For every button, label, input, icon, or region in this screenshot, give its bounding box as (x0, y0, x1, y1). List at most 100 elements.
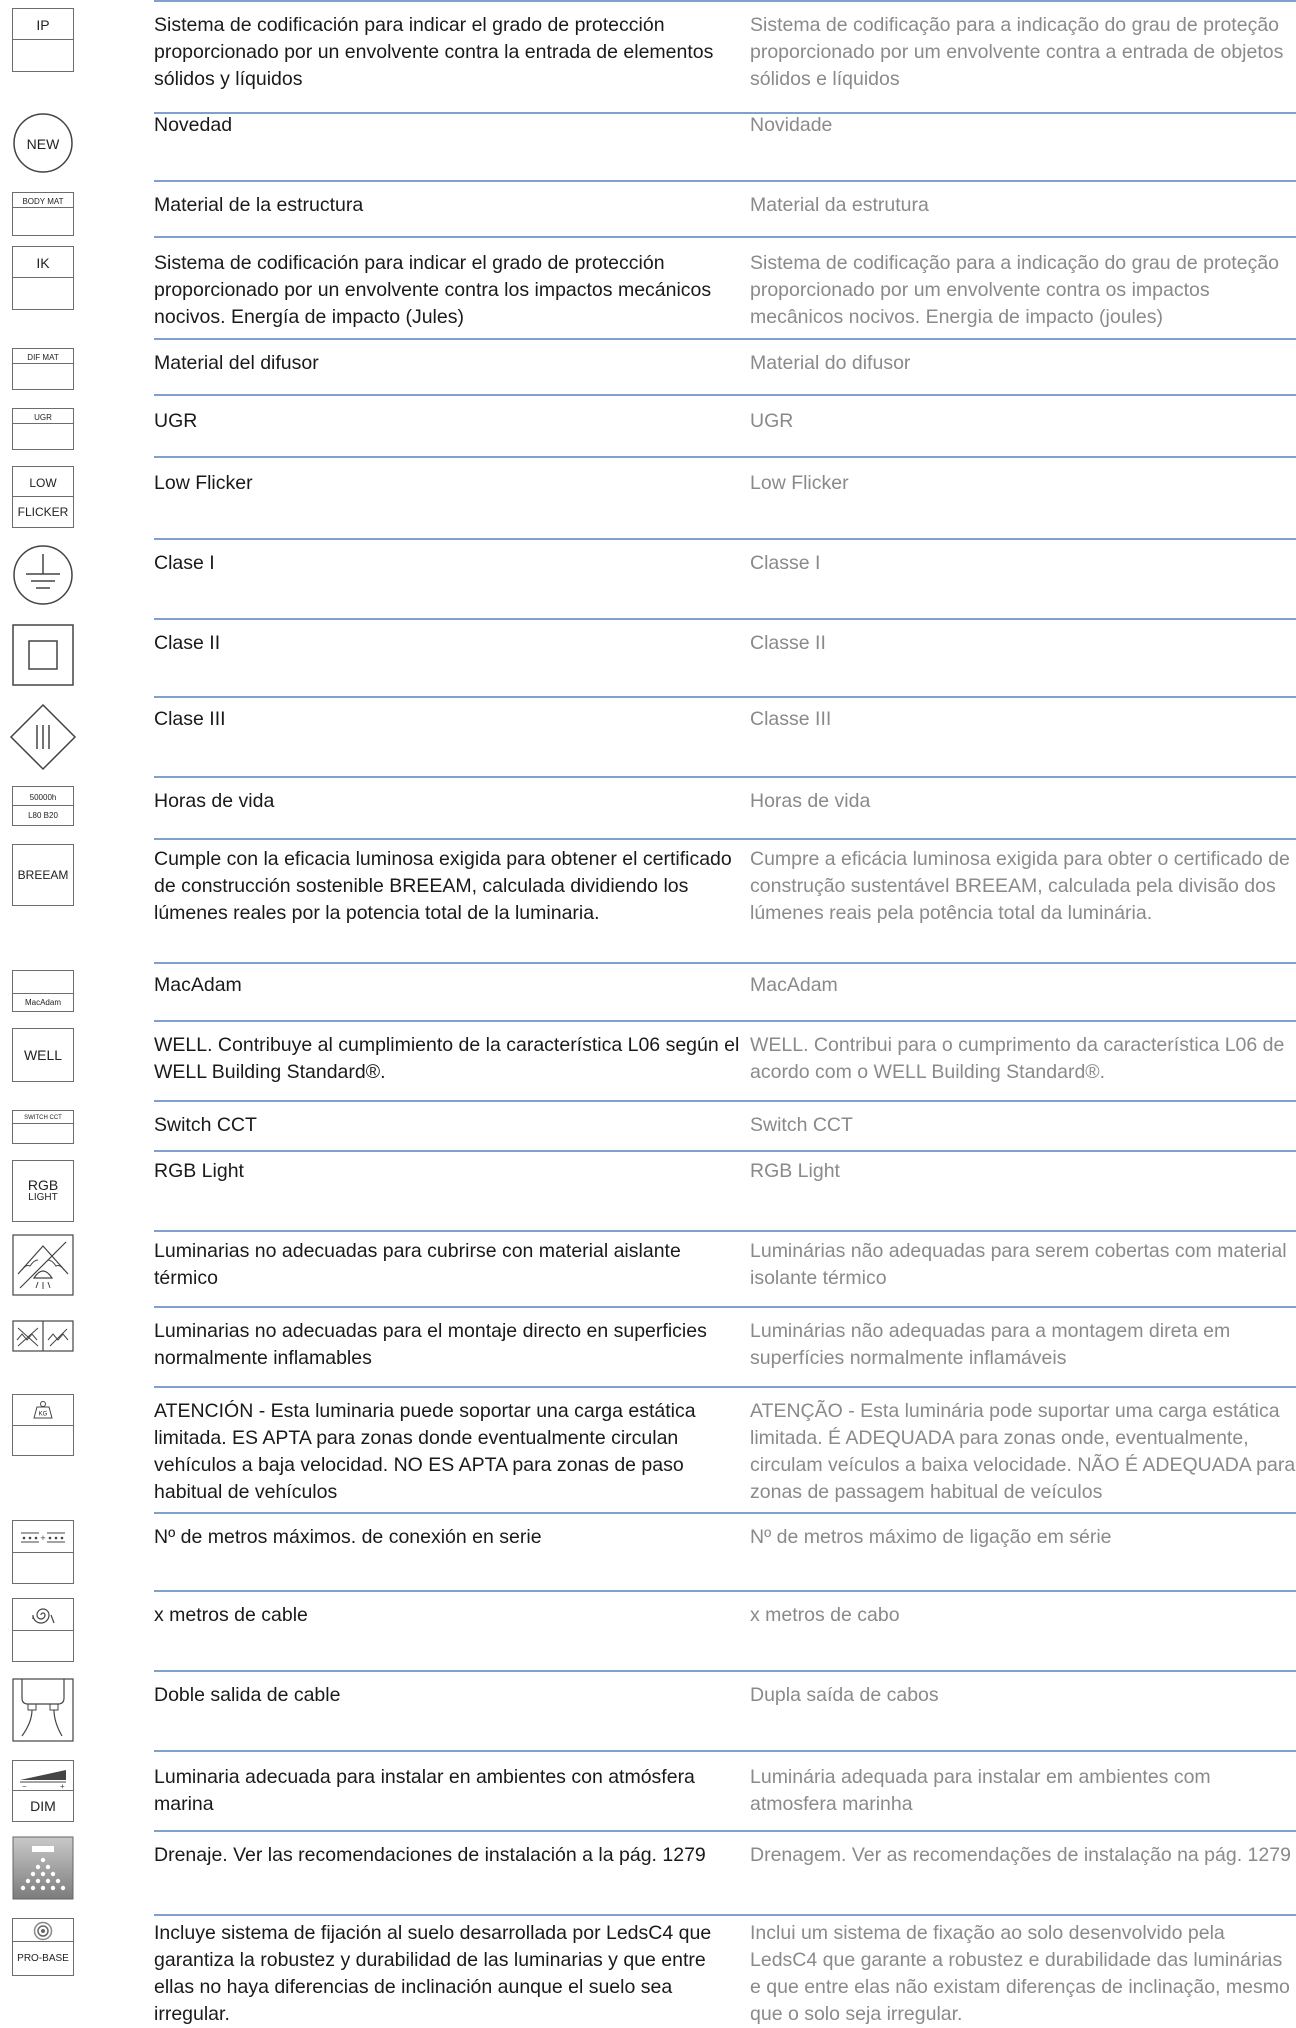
portuguese-text: MacAdam (750, 974, 838, 996)
row-divider (154, 776, 1296, 778)
spanish-text: Novedad (154, 114, 233, 136)
icon-label: IK (36, 255, 50, 271)
drainage-icon (12, 1836, 74, 1900)
low-flicker-icon: LOW FLICKER (12, 466, 74, 528)
weight-icon: KG (33, 1401, 53, 1419)
spanish-text: Material de la estructura (154, 194, 364, 216)
row-divider (154, 1020, 1296, 1022)
class-ii-double-square-icon (12, 624, 74, 686)
icon-label-bottom: FLICKER (13, 496, 73, 527)
row-divider (154, 1386, 1296, 1388)
icon-label: KG (39, 1412, 48, 1418)
portuguese-text: Sistema de codificação para a indicação … (750, 252, 1280, 328)
portuguese-text: Dupla saída de cabos (750, 1684, 939, 1706)
well-icon: WELL (12, 1028, 74, 1082)
ugr-icon: UGR (12, 408, 74, 450)
spanish-text: UGR (154, 410, 198, 432)
portuguese-text: Nº de metros máximo de ligação em série (750, 1526, 1112, 1548)
row-divider (154, 1750, 1296, 1752)
portuguese-text: Inclui um sistema de fixação ao solo des… (750, 1922, 1290, 2025)
icon-label-bottom: LIGHT (28, 1192, 58, 1203)
icon-top-cell: KG (13, 1395, 73, 1426)
spanish-text: Sistema de codificación para indicar el … (154, 14, 714, 90)
row-divider (154, 962, 1296, 964)
row-divider (154, 236, 1296, 238)
portuguese-text: Classe III (750, 708, 832, 730)
portuguese-text: RGB Light (750, 1160, 840, 1182)
icon-label: IP (36, 17, 50, 33)
spanish-text: Low Flicker (154, 472, 253, 494)
row-divider (154, 1150, 1296, 1152)
portuguese-text: x metros de cabo (750, 1604, 900, 1626)
class-iii-diamond-icon (9, 703, 77, 771)
row-divider (154, 338, 1296, 340)
portuguese-text: Luminária adequada para instalar em ambi… (750, 1766, 1211, 1815)
spanish-text: Clase III (154, 708, 226, 730)
row-divider (154, 394, 1296, 396)
portuguese-text: Luminárias não adequadas para a montagem… (750, 1320, 1231, 1369)
double-cable-outlet-icon (12, 1678, 74, 1742)
spanish-text: Doble salida de cable (154, 1684, 341, 1706)
row-divider (154, 1100, 1296, 1102)
spanish-text: Luminarias no adecuadas para cubrirse co… (154, 1240, 681, 1289)
portuguese-text: Classe I (750, 552, 821, 574)
icon-top-cell: − + (13, 1761, 73, 1792)
row-divider (154, 180, 1296, 182)
row-divider (154, 1512, 1296, 1514)
row-divider (154, 1306, 1296, 1308)
spanish-text: WELL. Contribuye al cumplimiento de la c… (154, 1034, 740, 1083)
row-divider (154, 1670, 1296, 1672)
icon-empty-cell (13, 971, 73, 995)
icon-top-cell (13, 1919, 73, 1943)
cable-coil-icon (12, 1598, 74, 1662)
row-divider (154, 456, 1296, 458)
row-divider (154, 538, 1296, 540)
icon-empty-cell (13, 423, 73, 449)
spanish-text: Clase I (154, 552, 215, 574)
new-icon: NEW (12, 112, 74, 174)
spanish-text: ATENCIÓN - Esta luminaria puede soportar… (154, 1400, 696, 1503)
portuguese-text: WELL. Contribui para o cumprimento da ca… (750, 1034, 1285, 1083)
spanish-text: Drenaje. Ver las recomendaciones de inst… (154, 1844, 706, 1866)
breeam-icon: BREEAM (12, 844, 74, 906)
dim-icon: − + DIM (12, 1760, 74, 1822)
spanish-text: x metros de cable (154, 1604, 308, 1626)
dif-mat-icon: DIF MAT (12, 348, 74, 390)
portuguese-text: Cumpre a eficácia luminosa exigida para … (750, 848, 1290, 924)
portuguese-text: Low Flicker (750, 472, 849, 494)
weight-load-icon: KG (12, 1394, 74, 1456)
ip-icon: IP (12, 8, 74, 72)
base-disc-icon (33, 1921, 53, 1941)
portuguese-text: Horas de vida (750, 790, 871, 812)
spanish-text: Clase II (154, 632, 221, 654)
icon-label-top: RGB (27, 1177, 59, 1193)
row-divider (154, 1590, 1296, 1592)
row-divider (154, 1914, 1296, 1916)
portuguese-text: Classe II (750, 632, 826, 654)
spanish-text: Material del difusor (154, 352, 319, 374)
portuguese-text: Material da estrutura (750, 194, 929, 216)
icon-empty-cell (13, 1123, 73, 1143)
icon-label: DIM (13, 1790, 73, 1821)
portuguese-text: UGR (750, 410, 794, 432)
icon-empty-cell (13, 363, 73, 389)
spanish-text: Cumple con la eficacia luminosa exigida … (154, 848, 732, 924)
spanish-text: Switch CCT (154, 1114, 257, 1136)
icon-empty-cell (13, 207, 73, 235)
no-insulation-cover-icon (12, 1234, 74, 1296)
row-divider (154, 1830, 1296, 1832)
pro-base-icon: PRO-BASE (12, 1918, 74, 1976)
body-mat-icon: BODY MAT (12, 192, 74, 236)
spanish-text: RGB Light (154, 1160, 244, 1182)
row-divider (154, 838, 1296, 840)
spanish-text: Luminarias no adecuadas para el montaje … (154, 1320, 707, 1369)
icon-label: PRO-BASE (13, 1941, 73, 1975)
spanish-text: Nº de metros máximos. de conexión en ser… (154, 1526, 542, 1548)
new-icon-graphic: NEW (13, 113, 73, 173)
switch-cct-icon: SWITCH CCT (12, 1110, 74, 1144)
icon-empty-cell (13, 277, 73, 309)
spanish-text: MacAdam (154, 974, 242, 996)
row-divider (154, 0, 1296, 2)
ik-icon: IK (12, 246, 74, 310)
icon-label: BREEAM (17, 868, 69, 882)
